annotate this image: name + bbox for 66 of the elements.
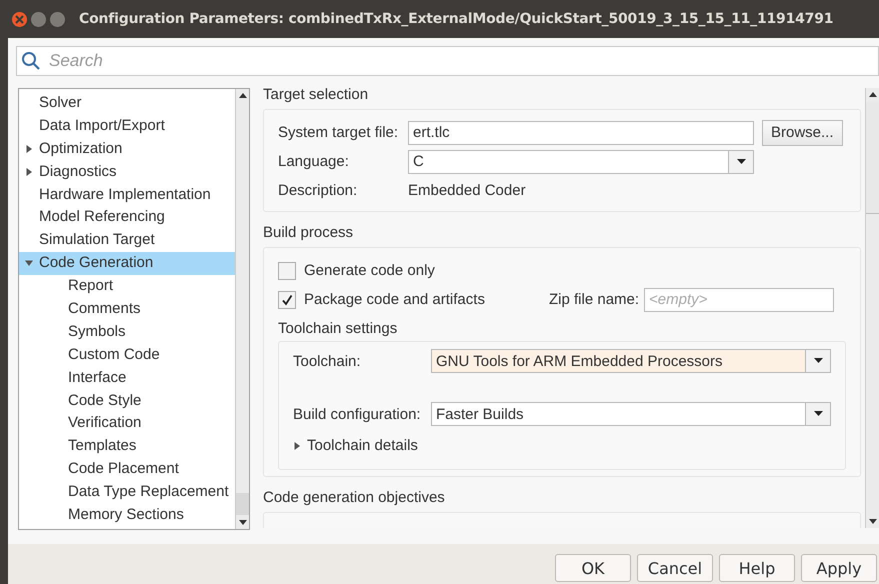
browse-button[interactable]: Browse... [762,120,843,146]
tree-item[interactable]: Report [68,277,114,294]
tree-item[interactable]: Model Referencing [39,208,165,226]
description-text: Embedded Coder [408,182,526,199]
tree-item[interactable]: Verification [68,414,142,432]
dropdown-arrow-icon [736,158,746,164]
checkbox[interactable] [278,290,296,308]
search-field[interactable]: Search [16,46,879,76]
checkmark-icon [281,294,293,306]
down-arrow-icon[interactable] [868,518,876,524]
maximize-icon[interactable] [50,12,65,26]
dropdown-arrow-icon [814,358,822,364]
tree-item[interactable]: Simulation Target [39,231,155,248]
field-label: Zip file name: [549,291,640,308]
input-field[interactable]: ert.tlc [408,120,754,144]
checkbox-label: Package code and artifacts [304,291,486,308]
down-arrow-icon[interactable] [238,519,246,525]
checkbox[interactable] [278,262,296,280]
expander-icon[interactable] [293,442,301,450]
tree-item[interactable]: Code Style [68,392,142,409]
tree-item[interactable]: Data Type Replacement [68,483,229,500]
toolchain-details-toggle[interactable]: Toolchain details [307,437,418,454]
tree-item[interactable]: Code Placement [68,460,179,478]
dialog-button[interactable]: Cancel [637,554,713,582]
dropdown[interactable]: GNU Tools for ARM Embedded Processors [431,349,831,373]
tree-item[interactable]: Optimization [39,140,122,157]
section-title: Target selection [263,88,370,103]
scrollbar[interactable] [865,88,879,528]
tree-item[interactable]: Data Import/Export [39,116,165,134]
expander-icon[interactable] [25,259,33,268]
tree-item[interactable]: Custom Code [68,346,160,363]
close-icon[interactable] [12,12,27,26]
tree-item[interactable]: Diagnostics [39,162,117,180]
field-label: System target file: [278,124,400,141]
scroll-thumb[interactable] [866,102,879,214]
tree-item[interactable]: Symbols [68,322,126,340]
dialog-button[interactable]: Apply [801,554,877,582]
field-label: Build configuration: [293,406,422,422]
dialog-button[interactable]: Help [719,554,795,582]
tree-item[interactable]: Interface [68,368,126,386]
field-label: Toolchain: [293,352,362,370]
input-field[interactable]: <empty> [644,288,834,312]
tree-item[interactable]: Comments [68,300,141,318]
field-label: Language: [278,153,350,170]
section-title: Code generation objectives [263,489,446,506]
tree-item[interactable]: Hardware Implementation [39,186,211,203]
field-label: Description: [278,182,358,199]
dropdown[interactable]: C [408,150,754,174]
scrollbar[interactable] [235,89,249,529]
tree-item[interactable]: Solver [39,94,82,111]
scroll-thumb[interactable] [236,493,249,515]
up-arrow-icon[interactable] [238,93,246,99]
section-title: Toolchain settings [278,320,398,337]
minimize-icon[interactable] [31,12,46,26]
tree-item[interactable]: Memory Sections [68,506,184,524]
tree-item[interactable]: Templates [68,437,136,454]
dropdown-arrow-icon [814,411,822,417]
window-title: Configuration Parameters: combinedTxRx_ExternalMode/QuickStart_50019_3_15_15_11_11914791 [79,11,834,27]
dialog-button[interactable]: OK [555,554,631,582]
checkbox-label: Generate code only [304,262,436,279]
dropdown[interactable]: Faster Builds [431,402,831,426]
section-title: Build process [263,224,354,241]
up-arrow-icon[interactable] [868,92,876,98]
expander-icon[interactable] [25,144,33,153]
search-icon [21,51,41,71]
expander-icon[interactable] [25,168,33,176]
